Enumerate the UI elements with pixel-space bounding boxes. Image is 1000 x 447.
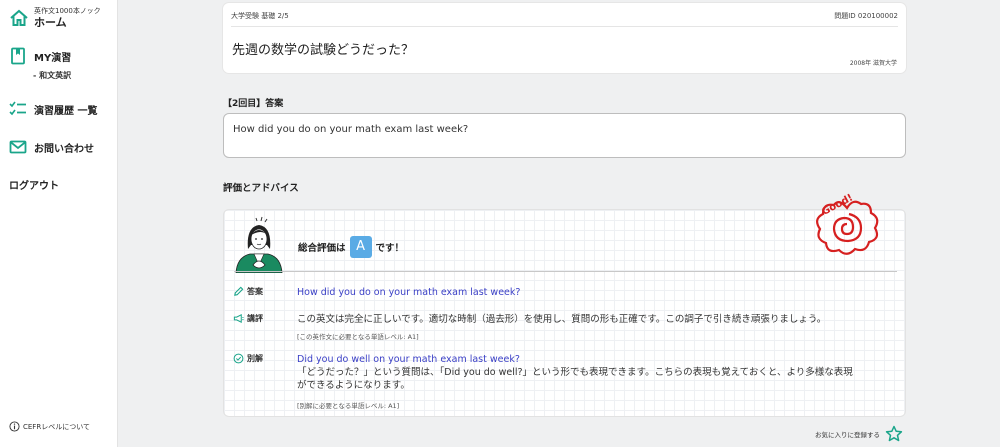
teacher-illustration [235, 216, 283, 273]
question-header: 大学受験 基礎 2/5 問題ID 020100002 [231, 11, 898, 21]
answer-row-label-text: 答案 [247, 287, 263, 296]
question-id: 問題ID 020100002 [834, 12, 898, 20]
overall-suffix: です！ [375, 243, 405, 254]
question-progress: 2/5 [277, 12, 289, 20]
alt-explanation-line-1: 「どうだった？」という質問は、「Did you do well?」という形でも表… [297, 367, 853, 378]
divider [234, 271, 897, 272]
good-stamp: Good! [816, 192, 879, 255]
nav-home[interactable]: 英作文1000本ノック ホーム [9, 7, 101, 30]
overall-prefix: 総合評価は [298, 243, 346, 254]
alt-explanation-line-2: ができるようになります。 [297, 380, 410, 391]
app-name: 英作文1000本ノック [34, 7, 101, 15]
nav-home-label: ホーム [34, 16, 67, 29]
grade-badge: A [349, 236, 372, 258]
nav-my-practice-label: MY演習 [34, 52, 72, 64]
overall-grade: 総合評価は A です！ [298, 236, 404, 258]
sidebar: 英作文1000本ノック ホーム MY演習 - 和文英訳 演習履歴 一覧 お問い合… [0, 0, 118, 447]
answer-box: How did you do on your math exam last we… [223, 113, 906, 158]
question-category: 大学受験 基礎 [231, 12, 276, 20]
answer-row-label: 答案 [233, 286, 263, 297]
check-circle-icon [233, 353, 244, 364]
cefr-link[interactable]: CEFRレベルについて [9, 421, 90, 432]
favorite-button[interactable]: お気に入りに登録する [815, 425, 903, 443]
review-word-level: [この英作文に必要となる単語レベル: A1] [297, 333, 419, 341]
alt-word-level: [別解に必要となる単語レベル: A1] [297, 402, 400, 410]
question-meta: 大学受験 基礎 2/5 [231, 11, 289, 21]
mail-icon [9, 140, 27, 154]
answer-label: 【2回目】答案 [223, 99, 284, 109]
review-row-label-text: 講評 [247, 314, 263, 323]
question-source: 2008年 滋賀大学 [849, 60, 897, 67]
book-icon [11, 47, 25, 65]
checklist-icon [9, 101, 26, 116]
evaluation-card: 総合評価は A です！ Good! 答案 How did you do on y… [223, 192, 906, 417]
nav-my-practice-sub[interactable]: - 和文英訳 [33, 70, 71, 81]
cefr-label: CEFRレベルについて [23, 422, 90, 431]
logout-link[interactable]: ログアウト [9, 177, 59, 192]
home-icon [10, 9, 28, 26]
evaluated-answer-text: How did you do on your math exam last we… [297, 287, 521, 298]
review-row-label: 講評 [233, 313, 263, 324]
question-text: 先週の数学の試験どうだった？ [232, 43, 415, 58]
megaphone-icon [233, 314, 244, 323]
pencil-icon [234, 286, 244, 296]
nav-contact-label: お問い合わせ [34, 143, 94, 155]
review-text: この英文は完全に正しいです。適切な時制（過去形）を使用し、質問の形も正確です。こ… [297, 314, 827, 325]
info-icon [9, 421, 20, 432]
nav-contact[interactable]: お問い合わせ [9, 138, 94, 156]
question-card: 大学受験 基礎 2/5 問題ID 020100002 先週の数学の試験どうだった… [223, 3, 906, 73]
nav-my-practice[interactable]: MY演習 [9, 47, 71, 65]
favorite-label: お気に入りに登録する [815, 431, 880, 439]
nav-history[interactable]: 演習履歴 一覧 [9, 100, 97, 118]
alt-row-label-text: 別解 [247, 354, 263, 363]
alt-answer-text: Did you do well on your math exam last w… [297, 354, 520, 365]
star-icon [885, 425, 903, 442]
nav-history-label: 演習履歴 一覧 [34, 105, 98, 117]
evaluation-title: 評価とアドバイス [223, 183, 299, 194]
divider [231, 26, 898, 27]
alt-row-label: 別解 [233, 353, 263, 364]
